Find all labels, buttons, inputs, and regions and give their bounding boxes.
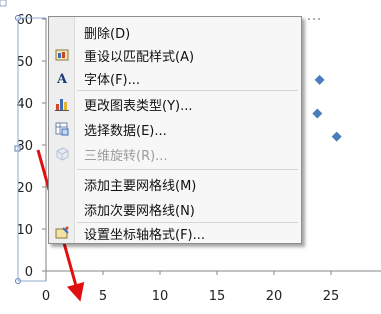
menu-item-3d-rotation[interactable]: 三维旋转(R)... <box>49 143 301 165</box>
y-tick-label: 0 <box>25 265 33 280</box>
menu-item-label: 字体(F)... <box>84 72 141 88</box>
y-tick-label: 50 <box>16 55 33 70</box>
menu-item-delete[interactable]: 删除(D) <box>49 21 301 43</box>
menu-item-reset-style[interactable]: 重设以匹配样式(A) <box>49 44 301 66</box>
scatter-point[interactable] <box>314 74 325 85</box>
context-menu: 删除(D) 重设以匹配样式(A) A 字体(F)... 更改图表类型(Y)...… <box>48 16 320 244</box>
menu-item-label: 设置坐标轴格式(F)... <box>84 227 206 243</box>
resize-grip <box>308 18 320 20</box>
x-tick-label: 25 <box>323 289 340 304</box>
menu-item-label: 更改图表类型(Y)... <box>84 98 193 114</box>
scatter-point[interactable] <box>312 108 323 119</box>
data-points <box>312 74 342 142</box>
select-data-icon <box>49 118 74 140</box>
minor-gridlines-blank-icon <box>49 198 74 220</box>
svg-text:A: A <box>56 72 68 86</box>
major-gridlines-blank-icon <box>49 173 74 195</box>
menu-item-change-chart-type[interactable]: 更改图表类型(Y)... <box>49 93 301 115</box>
menu-separator <box>77 169 298 170</box>
menu-separator <box>77 90 298 91</box>
menu-item-add-major-gridlines[interactable]: 添加主要网格线(M) <box>49 173 301 195</box>
excel-chart-area: 0 10 20 30 40 50 60 0 5 10 15 20 25 删除(D) <box>0 0 381 314</box>
menu-item-label: 三维旋转(R)... <box>84 148 168 164</box>
y-tick-label: 10 <box>16 223 33 238</box>
delete-blank-icon <box>49 21 74 43</box>
menu-item-label: 选择数据(E)... <box>84 123 167 139</box>
menu-item-label: 添加主要网格线(M) <box>84 178 197 194</box>
font-icon: A <box>49 67 74 89</box>
y-tick-label: 20 <box>16 181 33 196</box>
x-tick-label: 5 <box>99 289 107 304</box>
x-tick-label: 10 <box>152 289 169 304</box>
menu-item-label: 删除(D) <box>84 26 131 42</box>
format-axis-icon <box>49 222 74 244</box>
menu-item-label: 添加次要网格线(N) <box>84 203 195 219</box>
menu-item-font[interactable]: A 字体(F)... <box>49 67 301 89</box>
menu-item-select-data[interactable]: 选择数据(E)... <box>49 118 301 140</box>
menu-item-add-minor-gridlines[interactable]: 添加次要网格线(N) <box>49 198 301 220</box>
chart-type-icon <box>49 93 74 115</box>
x-tick-label: 20 <box>266 289 283 304</box>
x-tick-label: 0 <box>42 289 50 304</box>
reset-style-icon <box>49 44 74 66</box>
menu-item-label: 重设以匹配样式(A) <box>84 49 195 65</box>
menu-item-format-axis[interactable]: 设置坐标轴格式(F)... <box>49 222 301 244</box>
x-tick-label: 15 <box>209 289 226 304</box>
scatter-point[interactable] <box>331 131 342 142</box>
x-axis-ticks: 0 5 10 15 20 25 <box>42 271 339 304</box>
3d-rotation-icon <box>49 143 74 165</box>
y-axis-ticks: 0102030405060 <box>16 13 46 280</box>
y-tick-label: 40 <box>16 97 33 112</box>
